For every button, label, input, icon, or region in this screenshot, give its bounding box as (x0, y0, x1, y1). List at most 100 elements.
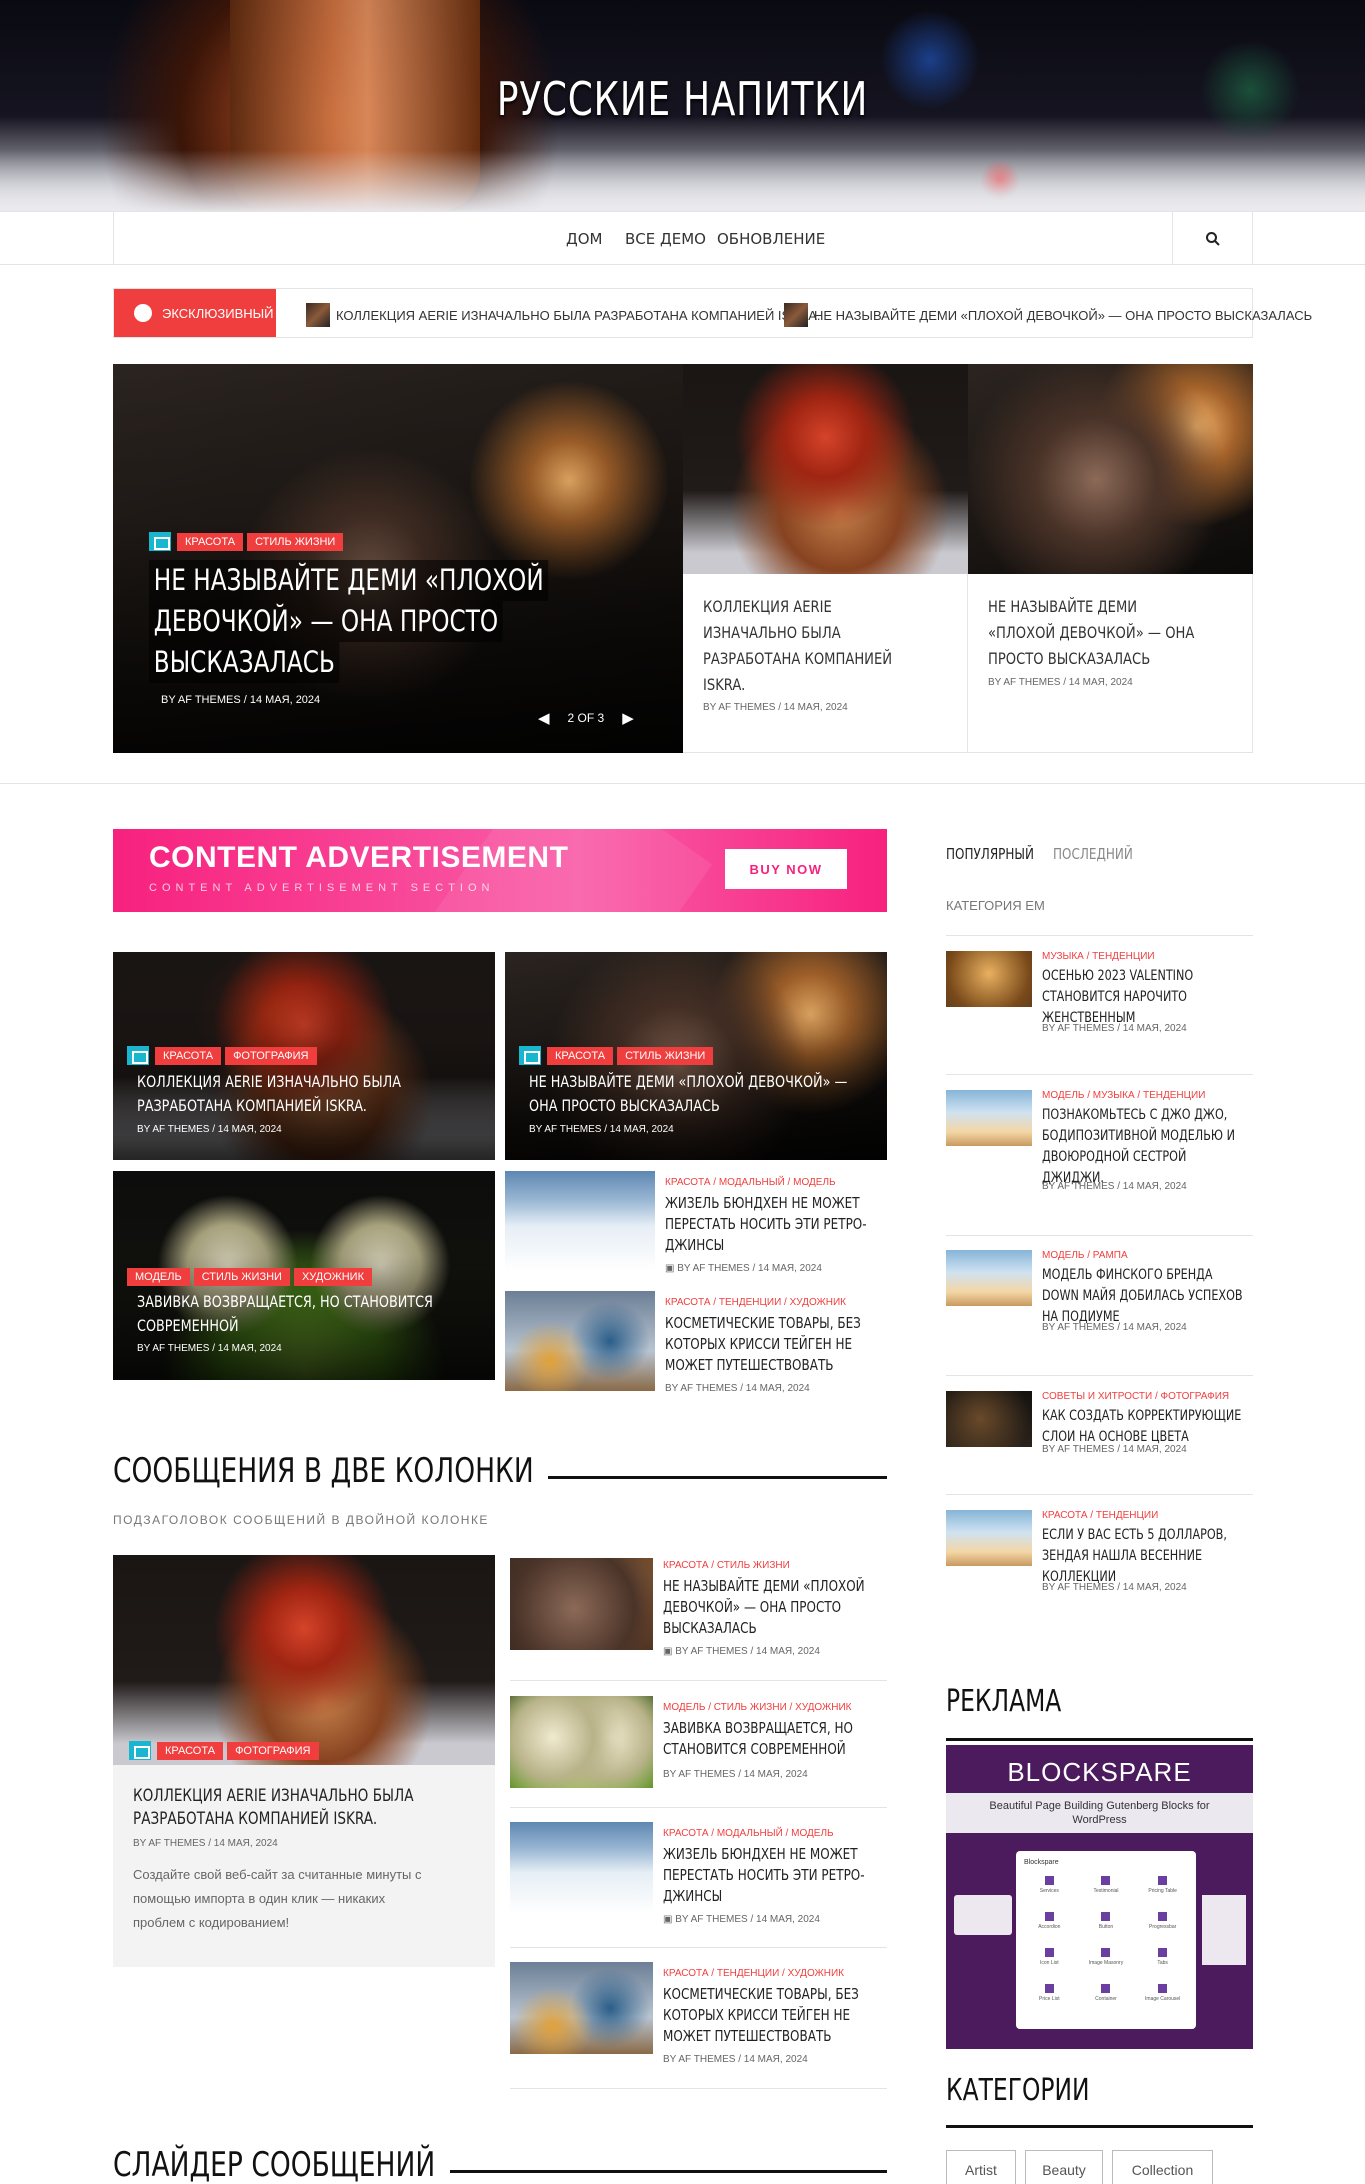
section-subtitle: ПОДЗАГОЛОВОК СООБЩЕНИЙ В ДВОЙНОЙ КОЛОНКЕ (113, 1513, 489, 1527)
nav-item-updates[interactable]: ОБНОВЛЕНИЕ (717, 230, 825, 248)
category-tag[interactable]: ФОТОГРАФИЯ (225, 1047, 317, 1065)
header-banner: РУССКИЕ НАПИТКИ (0, 0, 1365, 211)
category-tag[interactable]: КРАСОТА (157, 1742, 224, 1760)
card-image (683, 364, 968, 574)
list-thumbnail (505, 1291, 655, 1391)
category-tag[interactable]: КРАСОТА (177, 533, 244, 551)
card-title[interactable]: КОЛЛЕКЦИЯ AERIE ИЗНАЧАЛЬНО БЫЛА РАЗРАБОТАН… (703, 594, 941, 698)
list-item[interactable]: КРАСОТА / МОДАЛЬНЫЙ / МОДЕЛЬ ЖИЗЕЛЬ БЮНД… (510, 1822, 887, 1925)
card-title[interactable]: НЕ НАЗЫВАЙТЕ ДЕМИ «ПЛОХОЙ ДЕВОЧКОЙ» — ОНА… (529, 1070, 865, 1118)
list-thumbnail (510, 1696, 653, 1788)
list-thumbnail (505, 1171, 655, 1271)
post-thumbnail (946, 1510, 1032, 1566)
tag-collection[interactable]: Collection (1112, 2150, 1213, 2184)
block-label: Image Carousel (1145, 1996, 1181, 2002)
blockspare-ad[interactable]: BLOCKSPARE Beautiful Page Building Guten… (946, 1745, 1253, 2049)
category-tag[interactable]: СТИЛЬ ЖИЗНИ (193, 1268, 290, 1286)
block-icon (1101, 1876, 1111, 1885)
tab-popular[interactable]: ПОПУЛЯРНЫЙ (946, 845, 1034, 863)
card-meta: BY AF THEMES / 14 МАЯ, 2024 (703, 702, 848, 713)
card-title[interactable]: ЖИЗЕЛЬ БЮНДХЕН НЕ МОЖЕТ ПЕРЕСТАТЬ НОСИТЬ … (665, 1193, 873, 1256)
list-item[interactable]: КРАСОТА / МОДАЛЬНЫЙ / МОДЕЛЬ ЖИЗЕЛЬ БЮНД… (505, 1171, 887, 1274)
block-label: Tabs (1157, 1960, 1168, 1966)
post-thumbnail (946, 1090, 1032, 1146)
gallery-icon (149, 532, 171, 551)
site-title[interactable]: РУССКИЕ НАПИТКИ (150, 72, 1215, 126)
list-item[interactable]: КРАСОТА / ТЕНДЕНЦИИ / ХУДОЖНИК КОСМЕТИЧЕ… (510, 1962, 887, 2065)
list-item[interactable]: КРАСОТА / СТИЛЬ ЖИЗНИ НЕ НАЗЫВАЙТЕ ДЕМИ … (510, 1558, 887, 1678)
sidebar-post[interactable]: МОДЕЛЬ / РАМПА МОДЕЛЬ ФИНСКОГО БРЕНДА DOW… (946, 1250, 1253, 1360)
card-meta: BY AF THEMES / 14 МАЯ, 2024 (529, 1124, 674, 1135)
sidebar-post[interactable]: МОДЕЛЬ / МУЗЫКА / ТЕНДЕНЦИИ ПОЗНАКОМЬТЕС… (946, 1090, 1253, 1220)
tag-beauty[interactable]: Beauty (1025, 2150, 1103, 2184)
grid-card-b[interactable]: КРАСОТА СТИЛЬ ЖИЗНИ НЕ НАЗЫВАЙТЕ ДЕМИ «ПЛ… (505, 952, 887, 1160)
blockspare-block-item: Services (1024, 1876, 1075, 1906)
slide-side-card[interactable]: КОЛЛЕКЦИЯ AERIE ИЗНАЧАЛЬНО БЫЛА РАЗРАБОТАН… (683, 364, 968, 753)
card-title[interactable]: КОЛЛЕКЦИЯ AERIE ИЗНАЧАЛЬНО БЫЛА РАЗРАБОТА… (137, 1070, 473, 1118)
sidebar-post[interactable]: КРАСОТА / ТЕНДЕНЦИИ ЕСЛИ У ВАС ЕСТЬ 5 ДО… (946, 1510, 1253, 1620)
category-tag[interactable]: КРАСОТА (155, 1047, 222, 1065)
gallery-icon (519, 1046, 541, 1065)
blockspare-block-item: Image Masonry (1081, 1948, 1132, 1978)
slide-main[interactable]: КРАСОТА СТИЛЬ ЖИЗНИ НЕ НАЗЫВАЙТЕ ДЕМИ «ПЛ… (113, 364, 683, 753)
list-thumbnail (510, 1822, 653, 1914)
card-title[interactable]: ЗАВИВКА ВОЗВРАЩАЕТСЯ, НО СТАНОВИТСЯ СОВРЕ… (137, 1290, 473, 1338)
block-label: Container (1095, 1996, 1117, 2002)
slide-side-card[interactable]: НЕ НАЗЫВАЙТЕ ДЕМИ «ПЛОХОЙ ДЕВОЧКОЙ» — ОНА… (968, 364, 1253, 753)
category-tag[interactable]: СТИЛЬ ЖИЗНИ (247, 533, 344, 551)
post-title[interactable]: ПОЗНАКОМЬТЕСЬ С ДЖО ДЖО, БОДИПОЗИТИВНОЙ М… (1042, 1105, 1250, 1189)
gallery-icon (127, 1046, 149, 1065)
list-item[interactable]: КРАСОТА / ТЕНДЕНЦИИ / ХУДОЖНИК КОСМЕТИЧЕ… (505, 1291, 887, 1394)
sidebar-post[interactable]: МУЗЫКА / ТЕНДЕНЦИИ ОСЕНЬЮ 2023 VALENTINO… (946, 951, 1253, 1061)
blockspare-block-item: Testimonial (1081, 1876, 1132, 1906)
block-label: Image Masonry (1088, 1960, 1124, 1966)
category-tag[interactable]: ХУДОЖНИК (293, 1268, 372, 1286)
list-item[interactable]: МОДЕЛЬ / СТИЛЬ ЖИЗНИ / ХУДОЖНИК ЗАВИВКА … (510, 1696, 887, 1796)
card-title[interactable]: КОЛЛЕКЦИЯ AERIE ИЗНАЧАЛЬНО БЫЛА РАЗРАБОТА… (133, 1785, 469, 1831)
grid-card-a[interactable]: КРАСОТА ФОТОГРАФИЯ КОЛЛЕКЦИЯ AERIE ИЗНАЧА… (113, 952, 495, 1160)
card-title[interactable]: КОСМЕТИЧЕСКИЕ ТОВАРЫ, БЕЗ КОТОРЫХ КРИССИ … (665, 1313, 873, 1376)
block-label: Services (1039, 1888, 1059, 1894)
block-label: Accordion (1038, 1924, 1061, 1930)
nav-item-home[interactable]: ДОМ (566, 230, 602, 248)
category-tag[interactable]: МОДЕЛЬ (127, 1268, 190, 1286)
breaking-news-ticker: ЭКСКЛЮЗИВНЫЙ КОЛЛЕКЦИЯ AERIE ИЗНАЧАЛЬНО … (113, 288, 1312, 338)
content-ad-banner[interactable]: CONTENT ADVERTISEMENT CONTENT ADVERTISEM… (113, 829, 887, 912)
category-tag[interactable]: СТИЛЬ ЖИЗНИ (617, 1047, 714, 1065)
post-title[interactable]: МОДЕЛЬ ФИНСКОГО БРЕНДА DOWN МАЙЯ ДОБИЛАСЬ… (1042, 1265, 1250, 1328)
block-icon (1101, 1948, 1111, 1957)
post-thumbnail (946, 1391, 1032, 1447)
next-arrow-icon[interactable]: ▶ (622, 709, 634, 727)
card-title[interactable]: НЕ НАЗЫВАЙТЕ ДЕМИ «ПЛОХОЙ ДЕВОЧКОЙ» — ОНА… (663, 1576, 871, 1639)
blockspare-block-item: Pricing Table (1137, 1876, 1188, 1906)
buy-now-button[interactable]: BUY NOW (725, 849, 847, 889)
ticker-thumbnail (784, 303, 808, 327)
card-title[interactable]: КОСМЕТИЧЕСКИЕ ТОВАРЫ, БЕЗ КОТОРЫХ КРИССИ … (663, 1984, 871, 2047)
nav-item-all-demos[interactable]: ВСЕ ДЕМО (625, 230, 706, 248)
prev-arrow-icon[interactable]: ◀ (538, 709, 550, 727)
category-tag[interactable]: КРАСОТА (547, 1047, 614, 1065)
ticker-thumbnail (306, 303, 330, 327)
gallery-icon: ▣ (663, 1914, 676, 1925)
blockspare-block-item: Price List (1024, 1984, 1075, 2014)
card-title[interactable]: ЗАВИВКА ВОЗВРАЩАЕТСЯ, НО СТАНОВИТСЯ СОВРЕ… (663, 1718, 871, 1760)
ticker-item[interactable]: НЕ НАЗЫВАЙТЕ ДЕМИ «ПЛОХОЙ ДЕВОЧКОЙ» — ОН… (784, 303, 1312, 327)
twocol-big-card[interactable]: КРАСОТА ФОТОГРАФИЯ КОЛЛЕКЦИЯ AERIE ИЗНАЧА… (113, 1555, 495, 1967)
blockspare-block-item: Image Carousel (1137, 1984, 1188, 2014)
card-title[interactable]: НЕ НАЗЫВАЙТЕ ДЕМИ «ПЛОХОЙ ДЕВОЧКОЙ» — ОНА… (988, 594, 1226, 672)
post-title[interactable]: КАК СОЗДАТЬ КОРРЕКТИРУЮЩИЕ СЛОИ НА ОСНОВЕ… (1042, 1406, 1250, 1448)
tab-latest[interactable]: ПОСЛЕДНИЙ (1053, 845, 1133, 863)
card-title[interactable]: ЖИЗЕЛЬ БЮНДХЕН НЕ МОЖЕТ ПЕРЕСТАТЬ НОСИТЬ … (663, 1844, 871, 1907)
slide-title[interactable]: НЕ НАЗЫВАЙТЕ ДЕМИ «ПЛОХОЙ ДЕВОЧКОЙ» — ОН… (149, 560, 597, 683)
tag-artist[interactable]: Artist (946, 2150, 1016, 2184)
sidebar-post[interactable]: СОВЕТЫ И ХИТРОСТИ / ФОТОГРАФИЯ КАК СОЗДА… (946, 1391, 1253, 1481)
blockspare-block-item: Button (1081, 1912, 1132, 1942)
post-title[interactable]: ОСЕНЬЮ 2023 VALENTINO СТАНОВИТСЯ НАРОЧИТО… (1042, 966, 1250, 1029)
blockspare-logo: BLOCKSPARE (1007, 1757, 1192, 1787)
category-tag[interactable]: ФОТОГРАФИЯ (227, 1742, 319, 1760)
slide-categories: КРАСОТА СТИЛЬ ЖИЗНИ (149, 532, 347, 551)
grid-card-c[interactable]: МОДЕЛЬ СТИЛЬ ЖИЗНИ ХУДОЖНИК ЗАВИВКА ВОЗВРА… (113, 1171, 495, 1380)
search-button[interactable] (1172, 212, 1252, 265)
ticker-item[interactable]: КОЛЛЕКЦИЯ AERIE ИЗНАЧАЛЬНО БЫЛА РАЗРАБОТ… (306, 303, 821, 327)
post-title[interactable]: ЕСЛИ У ВАС ЕСТЬ 5 ДОЛЛАРОВ, ЗЕНДАЯ НАШЛА … (1042, 1525, 1250, 1588)
